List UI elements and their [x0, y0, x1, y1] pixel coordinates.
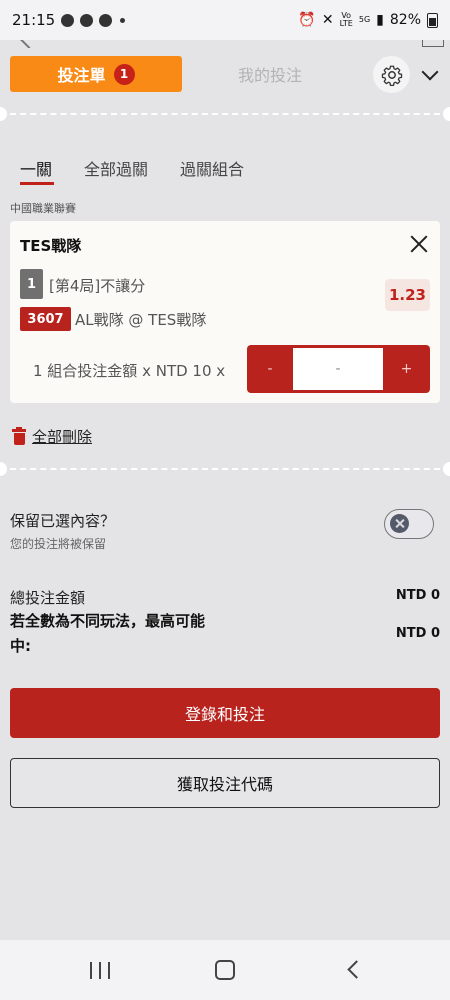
stake-stepper: - - +	[247, 345, 430, 393]
mute-icon: ✕	[321, 12, 334, 28]
total-stake-value: NTD 0	[395, 588, 440, 603]
max-win-label: 若全數為不同玩法，最高可能中:	[10, 612, 206, 655]
match-id-badge: 3607	[20, 307, 71, 331]
home-icon[interactable]	[215, 960, 235, 980]
bars-icon	[422, 40, 444, 47]
tab-betslip[interactable]: 投注單 1	[10, 56, 182, 92]
settings-button[interactable]	[373, 56, 410, 93]
keep-selection-toggle[interactable]	[384, 509, 434, 539]
betslip-header: 投注單 1 我的投注	[0, 52, 450, 98]
more-notifications-icon	[120, 17, 126, 23]
combo-stake-text: 1 組合投注金額 x NTD 10 x	[33, 362, 226, 380]
stake-increment-button[interactable]: +	[383, 345, 430, 393]
line-app-icon	[61, 13, 75, 27]
network-type: 5G	[358, 15, 371, 24]
tab-parlay-combo[interactable]: 過關組合	[180, 156, 244, 180]
chrome-icon-2	[99, 13, 113, 27]
delete-all-button[interactable]: 全部刪除	[12, 426, 92, 447]
back-arrow-icon	[19, 40, 39, 48]
delete-all-label: 全部刪除	[32, 428, 93, 446]
ticket-notch-right-2	[443, 462, 450, 476]
bet-type-tabs: 一關 全部過關 過關組合	[0, 150, 450, 190]
status-left: 21:15	[12, 11, 126, 29]
market-number: 1	[20, 269, 43, 299]
stake-input[interactable]: -	[293, 348, 383, 390]
betslip-count-badge: 1	[113, 63, 135, 85]
underlying-page-peek	[0, 40, 450, 48]
tab-my-bets[interactable]: 我的投注	[205, 56, 335, 92]
divider-perforated	[0, 113, 450, 115]
match-name: AL戰隊 @ TES戰隊	[75, 311, 207, 329]
status-time: 21:15	[12, 11, 56, 29]
volte-icon: Vo LTE	[339, 11, 353, 28]
recent-apps-icon[interactable]	[90, 962, 110, 979]
trash-icon	[12, 427, 26, 445]
tab-single[interactable]: 一關	[20, 156, 52, 180]
login-and-bet-button[interactable]: 登錄和投注	[10, 688, 440, 738]
divider-perforated-2	[0, 468, 450, 470]
alarm-icon: ⏰	[298, 12, 316, 28]
battery-icon	[427, 12, 438, 28]
stake-decrement-button[interactable]: -	[247, 345, 293, 393]
odds-value: 1.23	[385, 279, 430, 311]
total-stake-label: 總投注金額	[10, 589, 86, 607]
battery-percent: 82%	[389, 12, 421, 28]
keep-selection-subtitle: 您的投注將被保留	[10, 537, 107, 551]
ticket-notch-right	[443, 107, 450, 121]
signal-icon: ▮	[376, 12, 384, 28]
market-name: [第4局]不讓分	[49, 277, 146, 295]
toggle-off-icon	[390, 514, 409, 533]
league-name: 中國職業聯賽	[10, 202, 76, 215]
close-icon[interactable]	[410, 235, 428, 253]
keep-selection-title: 保留已選內容？	[10, 512, 116, 530]
status-bar: 21:15 ⏰ ✕ Vo LTE 5G ▮ 82%	[0, 0, 450, 40]
tab-betslip-label: 投注單	[57, 66, 106, 85]
system-nav-bar	[0, 940, 450, 1000]
collapse-chevron-icon[interactable]	[421, 63, 439, 81]
chrome-icon	[80, 13, 94, 27]
back-icon[interactable]	[347, 960, 366, 979]
status-right: ⏰ ✕ Vo LTE 5G ▮ 82%	[298, 12, 438, 28]
max-win-value: NTD 0	[395, 626, 440, 641]
get-bet-code-button[interactable]: 獲取投注代碼	[10, 758, 440, 808]
active-tab-indicator	[20, 182, 54, 185]
selection-name: TES戰隊	[20, 237, 82, 255]
bet-card: TES戰隊 1 [第4局]不讓分 1.23 3607 AL戰隊 @ TES戰隊 …	[10, 221, 440, 403]
tab-parlay-all[interactable]: 全部過關	[84, 156, 148, 180]
gear-icon	[381, 65, 402, 86]
